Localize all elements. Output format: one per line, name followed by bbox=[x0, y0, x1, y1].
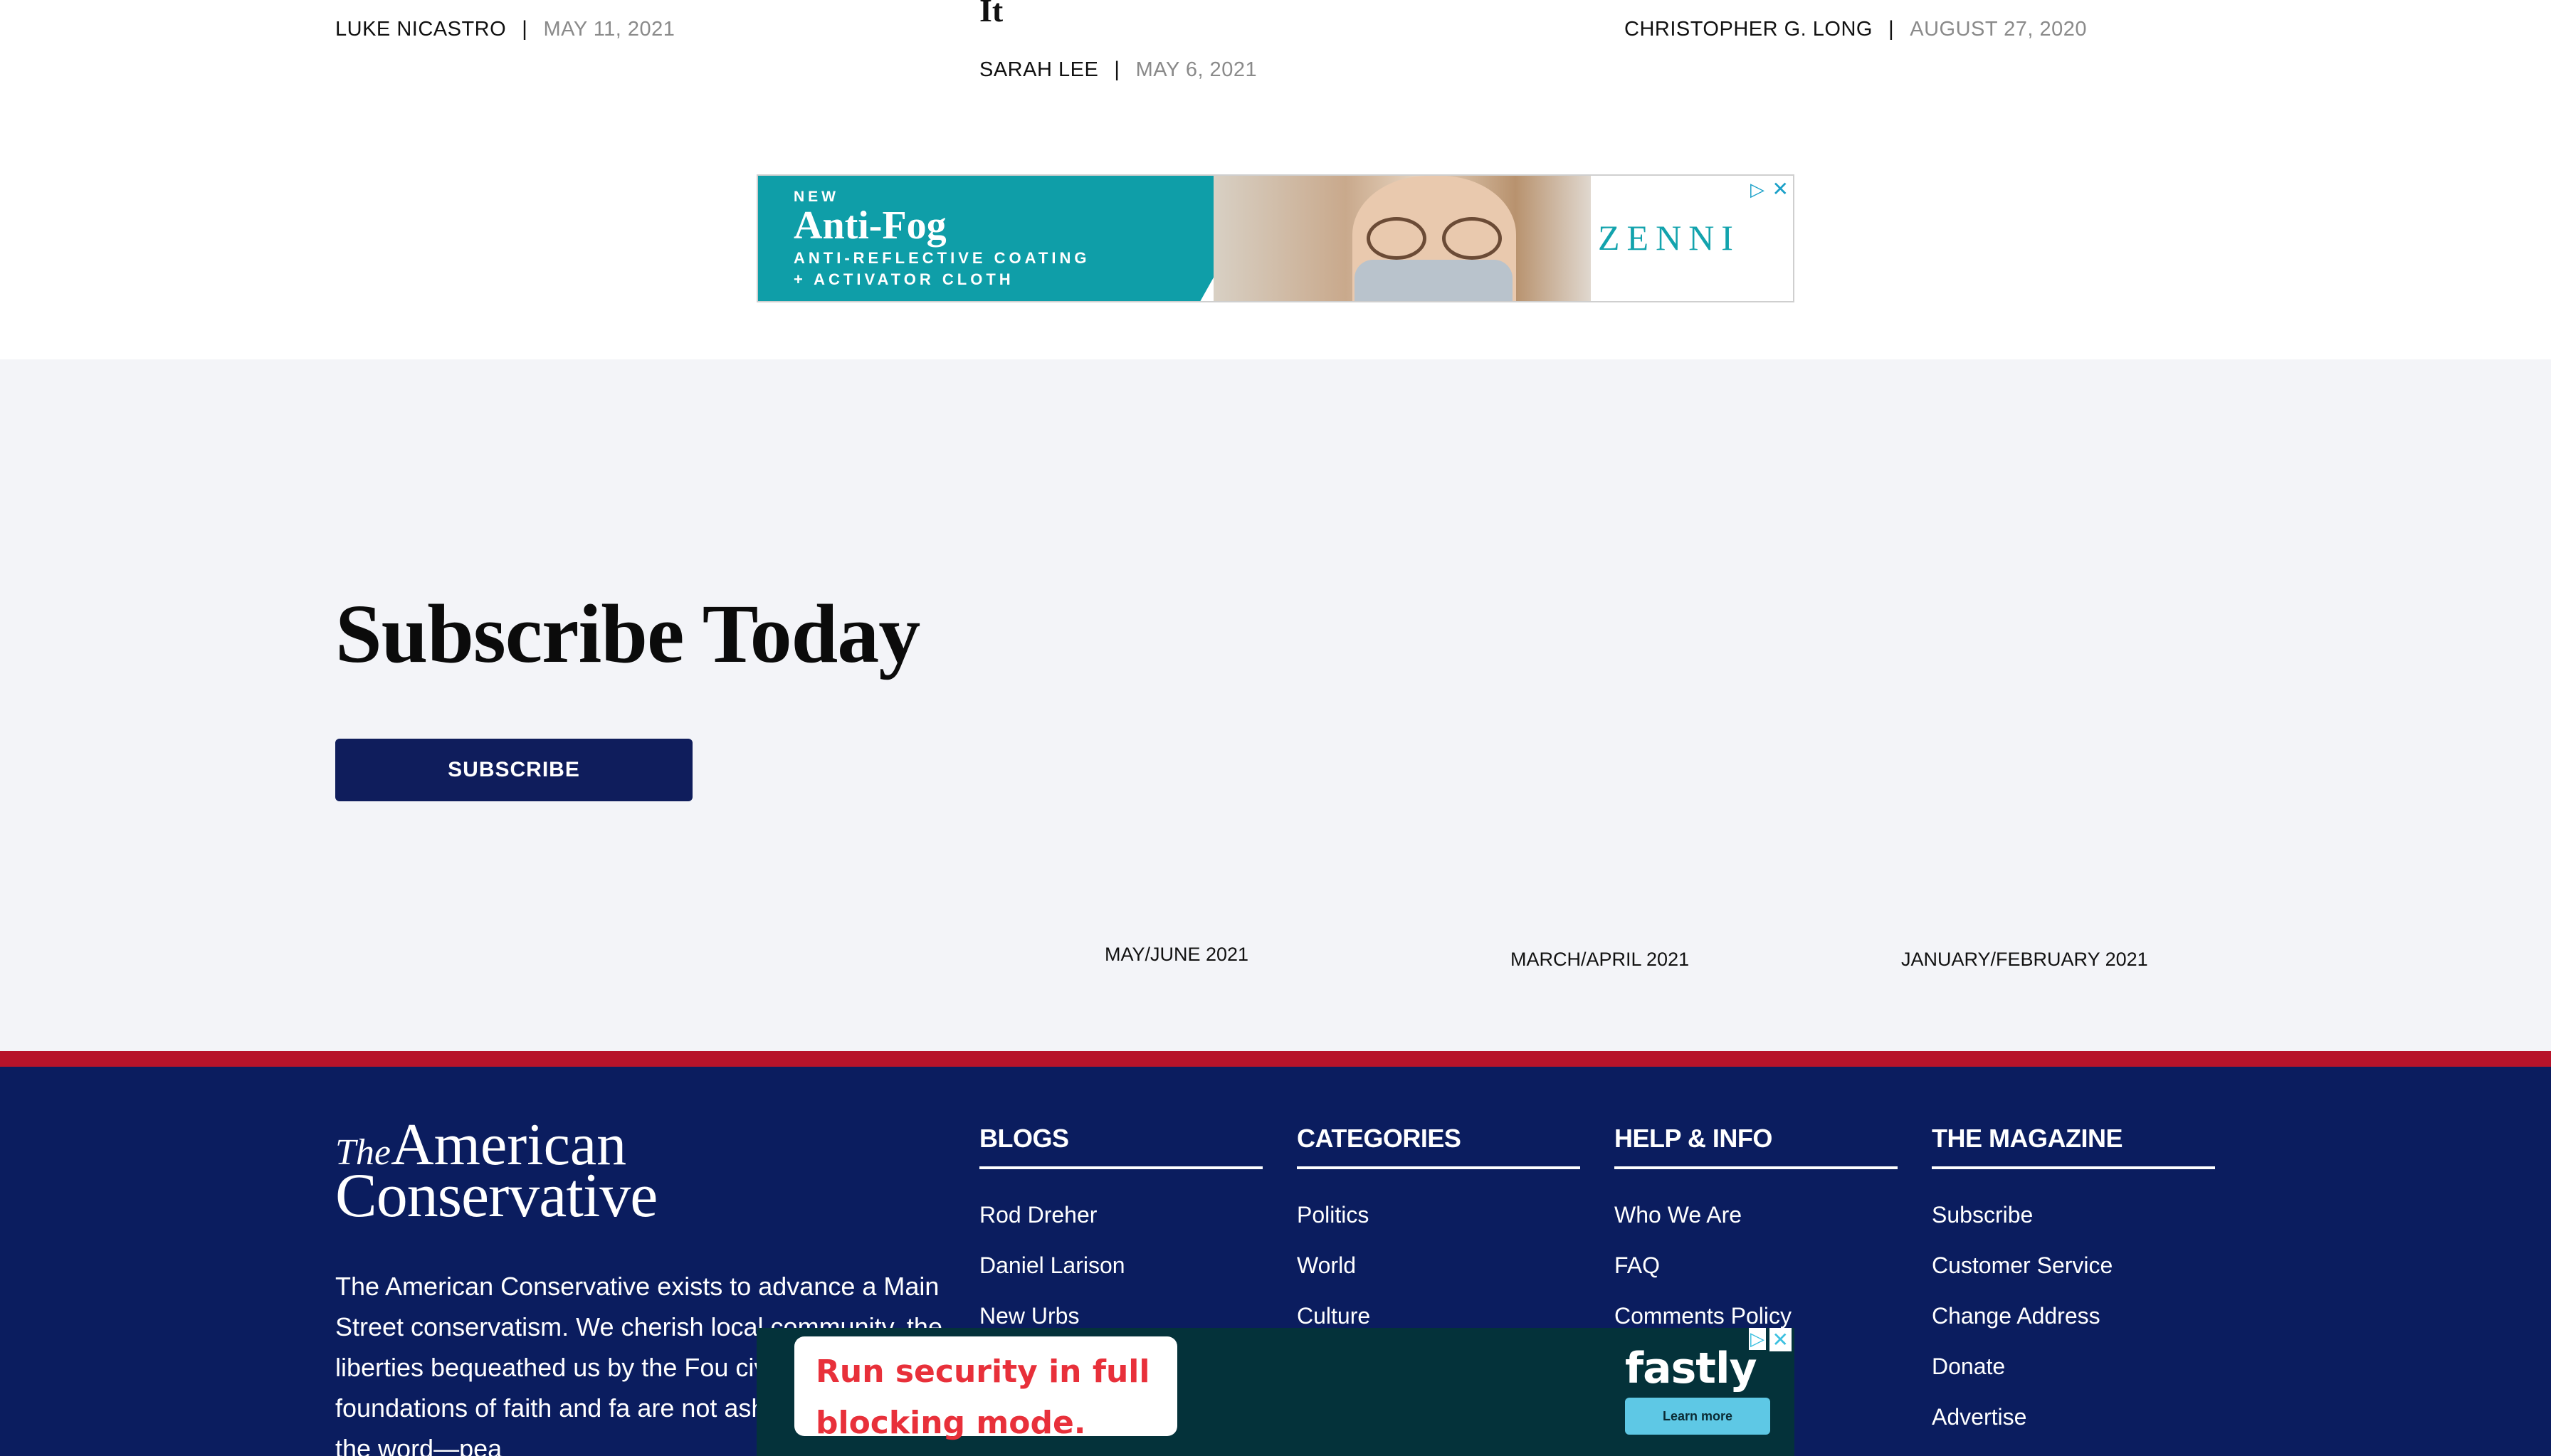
subscribe-button[interactable]: SUBSCRIBE bbox=[335, 739, 693, 801]
footer-link[interactable]: Who We Are bbox=[1614, 1202, 1898, 1252]
footer-link[interactable]: Customer Service bbox=[1932, 1252, 2215, 1303]
byline-separator: | bbox=[1888, 17, 1895, 41]
ad-title: Anti-Fog bbox=[794, 204, 947, 248]
adchoices-icon[interactable]: ▷ bbox=[1749, 1328, 1766, 1350]
ad-glasses bbox=[1367, 217, 1502, 260]
article-headline[interactable]: It bbox=[979, 0, 1003, 29]
site-logo[interactable]: TheAmerican Conservative bbox=[335, 1115, 658, 1228]
author-link[interactable]: LUKE NICASTRO bbox=[335, 18, 506, 41]
column-title: HELP & INFO bbox=[1614, 1124, 1898, 1169]
ad-tagline-1: ANTI-REFLECTIVE COATING bbox=[794, 249, 1090, 267]
fastly-sticky-ad[interactable]: Run security in full blocking mode. fast… bbox=[757, 1328, 1794, 1456]
footer-column-blogs: BLOGS Rod Dreher Daniel Larison New Urbs bbox=[979, 1124, 1263, 1354]
byline-separator: | bbox=[522, 17, 528, 41]
footer-link[interactable]: Donate bbox=[1932, 1354, 2215, 1404]
footer-red-stripe bbox=[0, 1051, 2551, 1067]
zenni-ad-banner[interactable]: NEW Anti-Fog ANTI-REFLECTIVE COATING + A… bbox=[757, 174, 1794, 302]
ad-message-card: Run security in full blocking mode. bbox=[794, 1336, 1177, 1441]
footer-link[interactable]: World bbox=[1297, 1252, 1580, 1303]
footer-link[interactable]: Daniel Larison bbox=[979, 1252, 1263, 1303]
issue-may-june-2021[interactable]: MAY/JUNE 2021 bbox=[1105, 944, 1248, 966]
close-icon[interactable]: ✕ bbox=[1772, 177, 1789, 201]
footer-link[interactable]: Rod Dreher bbox=[979, 1202, 1263, 1252]
ad-tagline-2: + ACTIVATOR CLOTH bbox=[794, 270, 1014, 288]
footer-column-magazine: THE MAGAZINE Subscribe Customer Service … bbox=[1932, 1124, 2215, 1455]
adchoices-icon[interactable]: ▷ bbox=[1750, 179, 1764, 201]
footer-link[interactable]: Politics bbox=[1297, 1202, 1580, 1252]
article-date: AUGUST 27, 2020 bbox=[1910, 17, 2088, 41]
subscribe-section: Subscribe Today SUBSCRIBE MAY/JUNE 2021 … bbox=[0, 359, 2551, 1051]
column-title: THE MAGAZINE bbox=[1932, 1124, 2215, 1169]
ad-face-mask bbox=[1355, 260, 1513, 301]
footer-link[interactable]: Change Address bbox=[1932, 1303, 2215, 1354]
article-byline-1: LUKE NICASTRO | MAY 11, 2021 bbox=[335, 17, 675, 41]
column-title: CATEGORIES bbox=[1297, 1124, 1580, 1169]
fastly-logo: fastly bbox=[1625, 1344, 1757, 1393]
article-byline-3: CHRISTOPHER G. LONG | AUGUST 27, 2020 bbox=[1624, 17, 2087, 41]
author-link[interactable]: CHRISTOPHER G. LONG bbox=[1624, 18, 1873, 41]
ad-message-line-1: Run security in full bbox=[816, 1354, 1150, 1390]
footer-link[interactable]: Subscribe bbox=[1932, 1202, 2215, 1252]
article-byline-2: SARAH LEE | MAY 6, 2021 bbox=[979, 58, 1257, 82]
issue-january-february-2021[interactable]: JANUARY/FEBRUARY 2021 bbox=[1901, 949, 2148, 971]
author-link[interactable]: SARAH LEE bbox=[979, 58, 1098, 82]
byline-separator: | bbox=[1114, 58, 1120, 81]
footer-link[interactable]: FAQ bbox=[1614, 1252, 1898, 1303]
footer-column-help-info: HELP & INFO Who We Are FAQ Comments Poli… bbox=[1614, 1124, 1898, 1354]
article-date: MAY 11, 2021 bbox=[543, 17, 675, 41]
footer-column-categories: CATEGORIES Politics World Culture bbox=[1297, 1124, 1580, 1354]
issue-march-april-2021[interactable]: MARCH/APRIL 2021 bbox=[1510, 949, 1689, 971]
related-articles-strip: LUKE NICASTRO | MAY 11, 2021 It SARAH LE… bbox=[0, 0, 2551, 359]
footer-link[interactable]: Advertise bbox=[1932, 1404, 2215, 1455]
subscribe-title: Subscribe Today bbox=[335, 587, 920, 680]
close-icon[interactable]: ✕ bbox=[1769, 1328, 1792, 1351]
learn-more-button[interactable]: Learn more bbox=[1625, 1398, 1770, 1435]
article-date: MAY 6, 2021 bbox=[1135, 58, 1258, 81]
ad-brand-logo: ZENNI bbox=[1598, 218, 1740, 258]
column-title: BLOGS bbox=[979, 1124, 1263, 1169]
ad-message-line-2: blocking mode. bbox=[816, 1405, 1086, 1441]
